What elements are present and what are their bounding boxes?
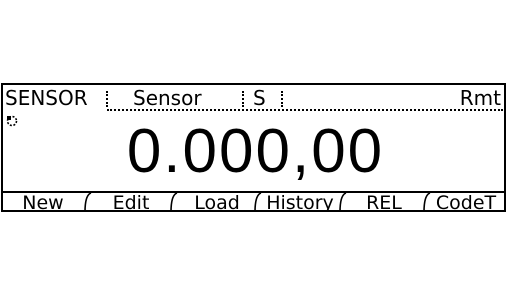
softkey-rel[interactable]: REL (344, 193, 424, 212)
softkey-new[interactable]: New (3, 193, 83, 212)
softkey-load[interactable]: Load (177, 193, 257, 212)
status-divider (281, 91, 283, 107)
main-reading: 0.000,00 (126, 117, 385, 186)
remote-indicator: Rmt (459, 86, 501, 110)
unit-label: S (253, 86, 266, 110)
softkey-edit[interactable]: Edit (91, 193, 171, 212)
mode-label: SENSOR (5, 86, 88, 110)
status-divider (242, 91, 244, 107)
status-underline (107, 109, 503, 111)
softkey-codet[interactable]: CodeT (428, 193, 504, 212)
softkey-history[interactable]: History (259, 193, 341, 212)
status-bar: SENSOR Sensor S Rmt (3, 86, 504, 111)
status-divider (106, 91, 108, 107)
softkey-bar: New Edit Load History REL CodeT (3, 191, 504, 212)
instrument-display: SENSOR Sensor S Rmt 0.000,00 New Edit Lo… (1, 83, 506, 212)
sensor-label: Sensor (133, 86, 202, 110)
